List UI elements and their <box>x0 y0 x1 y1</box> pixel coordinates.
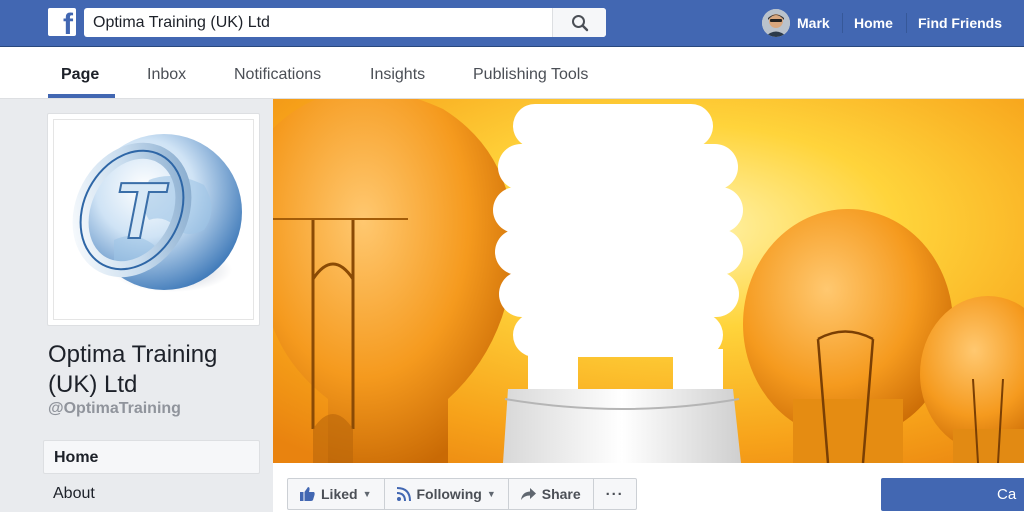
cover-photo[interactable] <box>273 99 1024 463</box>
left-nav-about[interactable]: About <box>43 477 260 511</box>
facebook-logo-letter: f <box>63 8 73 37</box>
divider <box>906 13 907 33</box>
divider <box>842 13 843 33</box>
search-box <box>84 8 606 37</box>
share-arrow-icon <box>520 487 536 500</box>
nav-find-friends-link[interactable]: Find Friends <box>918 9 1002 37</box>
page-actions-group: Liked ▼ Following ▼ Share ··· <box>287 478 637 510</box>
logo-letter: T <box>114 166 169 255</box>
page-tabs-bar: Page Inbox Notifications Insights Publis… <box>0 47 1024 99</box>
following-button[interactable]: Following ▼ <box>385 479 509 509</box>
rss-feed-icon <box>396 487 411 501</box>
active-tab-indicator <box>48 94 115 98</box>
thumbs-up-icon <box>300 487 315 501</box>
liked-label: Liked <box>321 486 358 502</box>
page-handle[interactable]: @OptimaTraining <box>48 400 181 418</box>
tab-insights[interactable]: Insights <box>370 47 425 99</box>
share-button[interactable]: Share <box>509 479 594 509</box>
call-to-action-button[interactable]: Ca <box>881 478 1024 511</box>
more-options-button[interactable]: ··· <box>594 479 636 509</box>
left-nav-home[interactable]: Home <box>43 440 260 474</box>
cover-lightbulbs-image <box>273 99 1024 463</box>
optima-globe-logo-icon: T <box>72 134 242 292</box>
profile-picture: T <box>53 119 254 320</box>
avatar <box>762 9 790 37</box>
facebook-logo-icon[interactable]: f <box>48 8 76 36</box>
user-name: Mark <box>797 15 830 31</box>
tab-publishing-tools[interactable]: Publishing Tools <box>473 47 588 99</box>
tab-page[interactable]: Page <box>61 47 99 99</box>
tab-notifications[interactable]: Notifications <box>234 47 321 99</box>
nav-home-link[interactable]: Home <box>854 9 893 37</box>
user-profile-link[interactable]: Mark <box>762 9 830 37</box>
chevron-down-icon: ▼ <box>486 489 496 499</box>
more-options-icon: ··· <box>605 485 624 503</box>
page-action-bar: Liked ▼ Following ▼ Share ··· Ca <box>273 463 1024 512</box>
chevron-down-icon: ▼ <box>362 489 372 499</box>
share-label: Share <box>541 486 581 502</box>
top-navigation-bar: f Mark Home Find Friends <box>0 0 1024 47</box>
liked-button[interactable]: Liked ▼ <box>288 479 385 509</box>
search-button[interactable] <box>552 8 606 37</box>
profile-picture-card[interactable]: T <box>47 113 260 326</box>
search-icon <box>571 14 588 31</box>
page-name: Optima Training (UK) Ltd <box>48 341 218 398</box>
search-input[interactable] <box>84 8 552 37</box>
following-label: Following <box>416 486 482 502</box>
tab-inbox[interactable]: Inbox <box>147 47 186 99</box>
